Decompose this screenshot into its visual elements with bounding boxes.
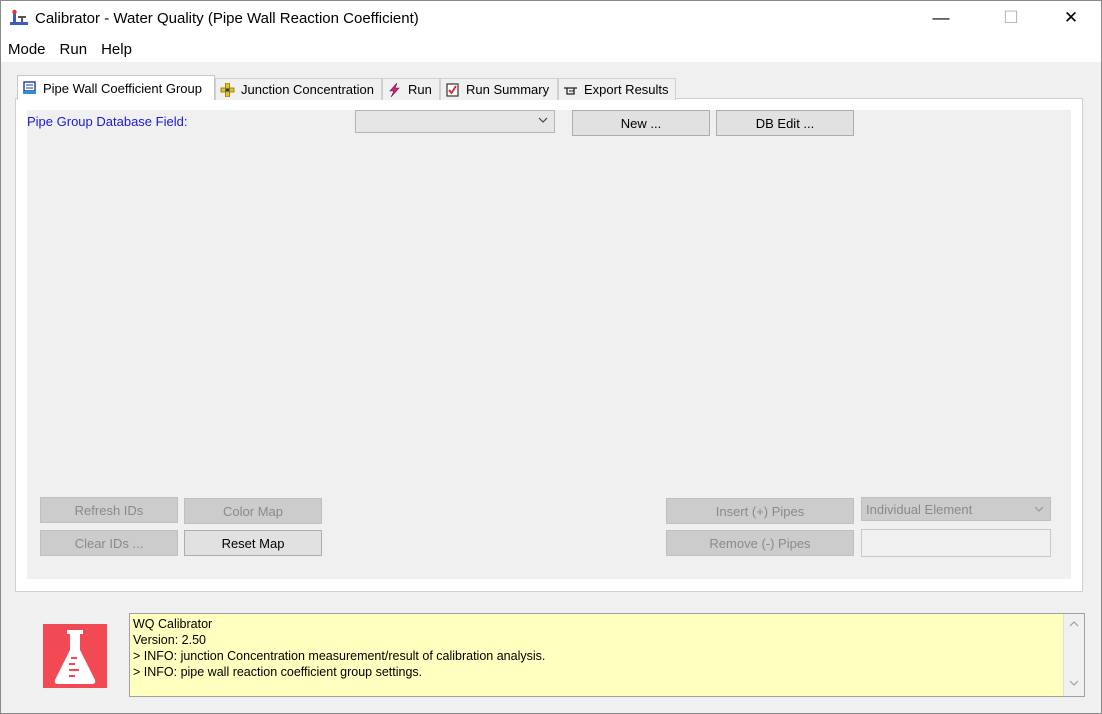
- menu-mode[interactable]: Mode: [1, 36, 53, 62]
- menu-bar: Mode Run Help: [1, 36, 1101, 62]
- maximize-icon: ☐: [1003, 8, 1019, 27]
- tab-label: Junction Concentration: [241, 82, 374, 97]
- tab-run[interactable]: Run: [382, 78, 440, 100]
- checklist-icon: [446, 82, 459, 97]
- insert-pipes-button[interactable]: Insert (+) Pipes: [666, 498, 854, 524]
- log-line: > INFO: pipe wall reaction coefficient g…: [133, 665, 423, 679]
- selection-value-field[interactable]: [861, 529, 1051, 557]
- pipe-group-field-label: Pipe Group Database Field:: [27, 114, 188, 129]
- scroll-up-icon[interactable]: [1069, 620, 1079, 627]
- tab-label: Run: [408, 82, 432, 97]
- tab-run-summary[interactable]: Run Summary: [440, 78, 558, 100]
- selection-mode-value: Individual Element: [866, 502, 973, 517]
- db-edit-button[interactable]: DB Edit ...: [716, 110, 854, 136]
- lightning-icon: [389, 82, 400, 97]
- tab-label: Run Summary: [466, 82, 550, 97]
- log-output[interactable]: WQ Calibrator Version: 2.50 > INFO: junc…: [129, 613, 1085, 697]
- app-icon: [10, 9, 28, 25]
- tab-label: Pipe Wall Coefficient Group: [43, 80, 202, 96]
- tab-label: Export Results: [584, 82, 669, 97]
- menu-run[interactable]: Run: [53, 36, 95, 62]
- log-line: Version: 2.50: [133, 633, 206, 647]
- log-scrollbar[interactable]: [1063, 614, 1084, 696]
- menu-help[interactable]: Help: [94, 36, 139, 62]
- color-map-button[interactable]: Color Map: [184, 498, 322, 524]
- new-button[interactable]: New ...: [572, 110, 710, 136]
- clear-ids-button[interactable]: Clear IDs ...: [40, 530, 178, 556]
- chevron-down-icon: [538, 117, 548, 123]
- close-icon: ✕: [1063, 8, 1079, 27]
- tab-pipe-wall-coefficient-group[interactable]: Pipe Wall Coefficient Group: [17, 75, 215, 100]
- tab-junction-concentration[interactable]: Junction Concentration: [215, 78, 382, 100]
- chevron-down-icon: [1034, 506, 1044, 512]
- pointing-hand-icon: [564, 86, 577, 95]
- remove-pipes-button[interactable]: Remove (-) Pipes: [666, 530, 854, 556]
- window-title: Calibrator - Water Quality (Pipe Wall Re…: [35, 10, 419, 27]
- close-button[interactable]: ✕: [1048, 1, 1094, 35]
- junction-icon: [220, 82, 235, 97]
- tab-export-results[interactable]: Export Results: [558, 78, 676, 100]
- pipe-group-icon: [23, 81, 36, 94]
- selection-mode-dropdown[interactable]: Individual Element: [861, 497, 1051, 521]
- pipe-group-field-dropdown[interactable]: [355, 110, 555, 133]
- scroll-down-icon[interactable]: [1069, 680, 1079, 687]
- log-line: > INFO: junction Concentration measureme…: [133, 649, 546, 663]
- log-line: WQ Calibrator: [133, 617, 213, 631]
- flask-icon: [54, 630, 96, 684]
- app-logo: [43, 624, 107, 688]
- maximize-button[interactable]: ☐: [988, 1, 1034, 35]
- reset-map-button[interactable]: Reset Map: [184, 530, 322, 556]
- minimize-icon: —: [932, 8, 950, 27]
- minimize-button[interactable]: —: [918, 1, 964, 35]
- refresh-ids-button[interactable]: Refresh IDs: [40, 497, 178, 523]
